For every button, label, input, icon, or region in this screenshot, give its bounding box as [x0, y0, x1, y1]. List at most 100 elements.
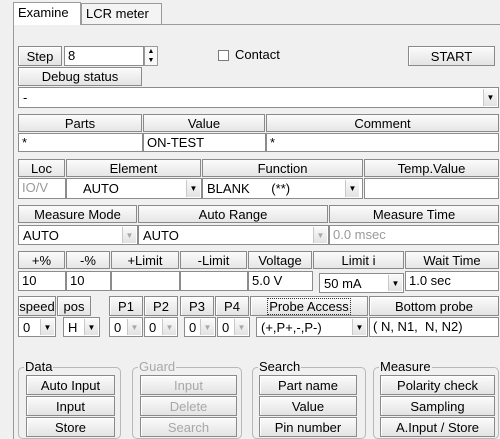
step-field[interactable]: 8: [64, 46, 144, 66]
voltage-header: Voltage: [248, 251, 312, 269]
pos-button[interactable]: pos: [57, 296, 91, 316]
p1-dropdown[interactable]: 0 ▼: [109, 317, 143, 337]
element-dropdown[interactable]: AUTO ▼: [66, 178, 202, 199]
guard-input-button[interactable]: Input: [140, 375, 237, 395]
minus-limit-header: -Limit: [180, 251, 247, 269]
bottom-probe-button[interactable]: Bottom probe: [369, 296, 499, 316]
search-value-button[interactable]: Value: [259, 396, 357, 416]
probe-access-button[interactable]: Probe Access: [250, 296, 368, 316]
p4-button[interactable]: P4: [215, 296, 249, 316]
speed-label: speed: [19, 298, 55, 314]
p4-dropdown[interactable]: 0 ▼: [217, 317, 250, 337]
input-label: Input: [56, 398, 85, 414]
comment-field[interactable]: *: [266, 133, 499, 152]
chevron-down-icon[interactable]: ▼: [84, 319, 98, 335]
bottom-probe-field[interactable]: ( N, N1, N, N2): [369, 317, 499, 337]
chevron-down-icon[interactable]: ▼: [40, 319, 54, 335]
auto-range-dropdown[interactable]: AUTO ▼: [138, 225, 329, 245]
tab-examine-label: Examine: [18, 5, 69, 20]
value-field[interactable]: ON-TEST: [143, 133, 266, 152]
auto-input-button[interactable]: Auto Input: [26, 375, 115, 395]
part-name-label: Part name: [278, 377, 338, 393]
pos-value: H: [68, 320, 78, 335]
guard-search-label: Search: [167, 419, 210, 435]
spin-up-icon[interactable]: ▲: [145, 47, 157, 56]
store-button[interactable]: Store: [26, 417, 115, 437]
probe-access-dropdown[interactable]: (+,P+,-,P-) ▼: [256, 317, 368, 337]
element-value: AUTO: [83, 181, 119, 196]
p3-button[interactable]: P3: [180, 296, 214, 316]
chevron-down-icon[interactable]: ▼: [122, 227, 136, 243]
store-label: Store: [54, 419, 87, 435]
minus-limit-field[interactable]: [180, 271, 248, 291]
step-spinner[interactable]: ▲ ▼: [144, 46, 158, 66]
guard-search-button[interactable]: Search: [140, 417, 237, 437]
p1-label: P1: [118, 298, 134, 314]
chevron-down-icon[interactable]: ▼: [200, 319, 214, 335]
bottom-probe-label: Bottom probe: [394, 298, 474, 314]
p2-button[interactable]: P2: [144, 296, 178, 316]
measure-time-field[interactable]: 0.0 msec: [329, 225, 499, 245]
speed-button[interactable]: speed: [18, 296, 56, 316]
debug-status-button[interactable]: Debug status: [18, 67, 142, 86]
step-button[interactable]: Step: [18, 46, 62, 66]
tab-examine[interactable]: Examine: [13, 2, 81, 25]
guard-delete-label: Delete: [169, 398, 208, 414]
p4-label: P4: [224, 298, 240, 314]
chevron-down-icon[interactable]: ▼: [234, 319, 248, 335]
guard-delete-button[interactable]: Delete: [140, 396, 237, 416]
function-dropdown[interactable]: BLANK (**) ▼: [202, 178, 363, 199]
probe-access-value: (+,P+,-,P-): [261, 320, 322, 335]
wait-time-field[interactable]: 1.0 sec: [405, 271, 499, 291]
chevron-down-icon[interactable]: ▼: [127, 319, 141, 335]
pin-number-button[interactable]: Pin number: [259, 417, 357, 437]
plus-pct-field[interactable]: 10: [18, 271, 66, 291]
pos-label: pos: [63, 298, 85, 314]
sampling-button[interactable]: Sampling: [380, 396, 495, 416]
part-name-button[interactable]: Part name: [259, 375, 357, 395]
voltage-field[interactable]: 5.0 V: [248, 271, 313, 291]
measure-group-label: Measure: [379, 359, 432, 374]
chevron-down-icon[interactable]: ▼: [345, 180, 359, 197]
chevron-down-icon[interactable]: ▼: [186, 180, 200, 197]
probe-access-label: Probe Access: [267, 297, 351, 315]
input-button[interactable]: Input: [26, 396, 115, 416]
p3-dropdown[interactable]: 0 ▼: [184, 317, 216, 337]
loc-field[interactable]: IO/V: [18, 178, 66, 199]
minus-pct-field[interactable]: 10: [66, 271, 111, 291]
chevron-down-icon[interactable]: ▼: [162, 319, 176, 335]
tab-lcr-meter-label: LCR meter: [86, 6, 149, 21]
temp-value-field[interactable]: [364, 178, 499, 199]
pos-dropdown[interactable]: H ▼: [63, 317, 100, 337]
a-input-store-button[interactable]: A.Input / Store: [380, 417, 495, 437]
chevron-down-icon[interactable]: ▼: [352, 319, 366, 335]
parts-field[interactable]: *: [18, 133, 143, 152]
tab-lcr-meter[interactable]: LCR meter: [81, 3, 162, 24]
pin-number-label: Pin number: [274, 419, 342, 435]
function-value: BLANK (**): [207, 181, 291, 196]
wait-time-header: Wait Time: [405, 251, 499, 269]
speed-dropdown[interactable]: 0 ▼: [18, 317, 56, 337]
step-button-label: Step: [26, 48, 54, 64]
measure-time-header: Measure Time: [329, 205, 499, 223]
limit-i-header: Limit i: [313, 251, 404, 269]
temp-value-header: Temp.Value: [364, 159, 499, 177]
contact-checkbox[interactable]: [218, 50, 229, 61]
minus-pct-header: -%: [66, 251, 110, 269]
chevron-down-icon[interactable]: ▼: [313, 227, 327, 243]
debug-status-dropdown[interactable]: - ▼: [18, 87, 499, 108]
chevron-down-icon[interactable]: ▼: [388, 275, 402, 291]
p1-button[interactable]: P1: [109, 296, 143, 316]
p2-label: P2: [153, 298, 169, 314]
plus-limit-field[interactable]: [111, 271, 180, 291]
start-button[interactable]: START: [408, 46, 495, 66]
p3-value: 0: [189, 320, 197, 335]
chevron-down-icon[interactable]: ▼: [483, 89, 497, 106]
measure-mode-value: AUTO: [23, 228, 59, 243]
spin-down-icon[interactable]: ▼: [145, 56, 157, 65]
p2-dropdown[interactable]: 0 ▼: [144, 317, 178, 337]
measure-mode-dropdown[interactable]: AUTO ▼: [18, 225, 138, 245]
limit-i-dropdown[interactable]: 50 mA ▼: [319, 273, 404, 293]
polarity-check-button[interactable]: Polarity check: [380, 375, 495, 395]
debug-status-value: -: [23, 90, 28, 105]
